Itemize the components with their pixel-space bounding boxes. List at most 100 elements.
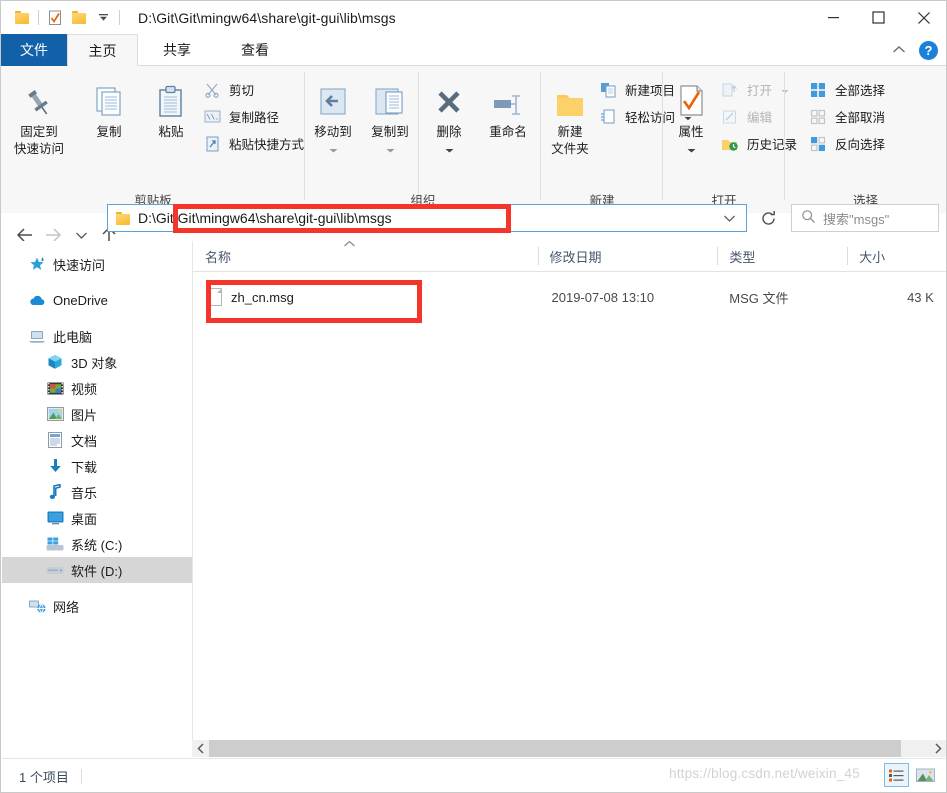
invert-selection-label: 反向选择: [835, 138, 886, 152]
properties-icon[interactable]: [43, 6, 67, 30]
paste-shortcut-button[interactable]: 粘贴快捷方式: [201, 130, 304, 157]
sidebar-item-network[interactable]: 网络: [2, 593, 192, 619]
file-name-cell[interactable]: zh_cn.msg: [193, 288, 538, 306]
ribbon-group-open: 属性 打开 编辑 历史记录 打开: [663, 66, 797, 213]
sidebar-label: 文档: [71, 433, 98, 449]
move-to-icon: [315, 74, 351, 120]
item-count-label: 1 个项目: [19, 769, 69, 785]
column-header-size[interactable]: 大小: [847, 241, 946, 271]
delete-icon: [432, 74, 466, 120]
sidebar-item-desktop[interactable]: 桌面: [2, 505, 192, 531]
close-button[interactable]: [901, 1, 946, 34]
invert-selection-icon: [807, 133, 829, 155]
refresh-button[interactable]: [753, 204, 783, 232]
new-folder-icon: [552, 74, 588, 120]
rename-label: 重命名: [489, 125, 527, 139]
history-icon: [719, 133, 741, 155]
column-divider: [847, 247, 849, 265]
paste-shortcut-label: 粘贴快捷方式: [229, 138, 305, 152]
invert-selection-button[interactable]: 反向选择: [807, 130, 885, 157]
clipboard-small-commands: 剪切 \\.. 复制路径: [201, 76, 304, 157]
details-view-button[interactable]: [884, 763, 909, 787]
properties-label: 属性: [678, 125, 704, 139]
sidebar-label: 快速访问: [53, 257, 106, 273]
column-header-name[interactable]: 名称: [193, 240, 538, 271]
delete-button[interactable]: 删除: [419, 74, 479, 156]
scroll-right-button[interactable]: [929, 740, 946, 757]
sidebar-item-drive-d[interactable]: 软件 (D:): [2, 557, 192, 583]
sidebar-item-downloads[interactable]: 下载: [2, 453, 192, 479]
column-header-date[interactable]: 修改日期: [537, 241, 718, 271]
scrollbar-track[interactable]: [209, 740, 929, 757]
paste-icon: [154, 74, 188, 120]
customize-quick-access-caret[interactable]: [91, 6, 115, 30]
ribbon-group-clipboard: 固定到 快速访问 复制 粘贴 剪切 \\. 复制路径 粘贴快捷方式 剪贴板: [1, 66, 305, 213]
column-header-type[interactable]: 类型: [717, 241, 847, 271]
tab-view[interactable]: 查看: [216, 34, 294, 66]
maximize-button[interactable]: [856, 1, 901, 34]
delete-caret[interactable]: [445, 141, 454, 156]
copy-path-button[interactable]: \\.. 复制路径: [201, 103, 304, 130]
navigation-pane: 快速访问 OneDrive 此电脑 3D 对象 视频 图片 文档 下载 音乐 桌…: [2, 241, 192, 752]
sidebar-item-quick-access[interactable]: 快速访问: [2, 251, 192, 277]
paste-button[interactable]: 粘贴: [141, 74, 201, 140]
search-icon: [801, 209, 816, 227]
tab-home[interactable]: 主页: [67, 34, 138, 66]
help-button[interactable]: ?: [919, 40, 938, 60]
column-header-date-label: 修改日期: [549, 249, 602, 265]
new-folder-icon[interactable]: [67, 6, 91, 30]
copy-to-button[interactable]: 复制到: [362, 74, 418, 156]
thumbnails-view-button[interactable]: [913, 763, 938, 787]
copy-button[interactable]: 复制: [79, 74, 139, 140]
cut-button[interactable]: 剪切: [201, 76, 304, 103]
sidebar-item-3d-objects[interactable]: 3D 对象: [2, 349, 192, 375]
move-to-caret[interactable]: [329, 141, 338, 156]
sidebar-item-videos[interactable]: 视频: [2, 375, 192, 401]
new-folder-button[interactable]: 新建 文件夹: [541, 74, 599, 158]
select-all-button[interactable]: 全部选择: [807, 76, 885, 103]
open-label: 打开: [747, 84, 773, 98]
table-row[interactable]: zh_cn.msg 2019-07-08 13:10 MSG 文件 43 K: [193, 283, 946, 311]
horizontal-scrollbar[interactable]: [192, 740, 946, 757]
sidebar-item-documents[interactable]: 文档: [2, 427, 192, 453]
sidebar-item-this-pc[interactable]: 此电脑: [2, 323, 192, 349]
select-none-button[interactable]: 全部取消: [807, 103, 885, 130]
search-input[interactable]: 搜索"msgs": [791, 204, 939, 232]
properties-caret[interactable]: [687, 141, 696, 156]
pin-label-line1: 固定到: [20, 125, 58, 139]
copy-to-caret[interactable]: [386, 141, 395, 156]
open-icon: [719, 79, 741, 101]
tab-share[interactable]: 共享: [138, 34, 216, 66]
move-to-button[interactable]: 移动到: [305, 74, 361, 156]
sidebar-label: 3D 对象: [71, 355, 118, 371]
title-bar: D:\Git\Git\mingw64\share\git-gui\lib\msg…: [1, 1, 946, 34]
folder-icon[interactable]: [10, 6, 34, 30]
sidebar-item-drive-c[interactable]: 系统 (C:): [2, 531, 192, 557]
cloud-icon: [28, 291, 46, 309]
sidebar-label: 软件 (D:): [71, 563, 123, 579]
collapse-ribbon-button[interactable]: [889, 40, 909, 60]
watermark-text: https://blog.csdn.net/weixin_45: [669, 766, 860, 781]
sidebar-item-music[interactable]: 音乐: [2, 479, 192, 505]
sidebar-item-onedrive[interactable]: OneDrive: [2, 287, 192, 313]
pin-to-quick-access-button[interactable]: 固定到 快速访问: [9, 74, 69, 158]
sidebar-label: OneDrive: [53, 292, 108, 308]
new-item-icon: [597, 79, 619, 101]
sidebar-label: 音乐: [71, 485, 98, 501]
scroll-left-button[interactable]: [192, 740, 209, 757]
address-dropdown-button[interactable]: [718, 205, 740, 231]
column-divider: [717, 247, 719, 265]
tab-file[interactable]: 文件: [1, 34, 67, 66]
properties-button[interactable]: 属性: [663, 74, 719, 156]
rename-button[interactable]: 重命名: [477, 74, 539, 140]
pictures-icon: [46, 405, 64, 423]
minimize-button[interactable]: [811, 1, 856, 34]
address-bar[interactable]: D:\Git\Git\mingw64\share\git-gui\lib\msg…: [107, 204, 747, 232]
sidebar-item-pictures[interactable]: 图片: [2, 401, 192, 427]
select-all-label: 全部选择: [835, 84, 886, 98]
copy-icon: [91, 74, 127, 120]
scrollbar-thumb[interactable]: [209, 740, 901, 757]
